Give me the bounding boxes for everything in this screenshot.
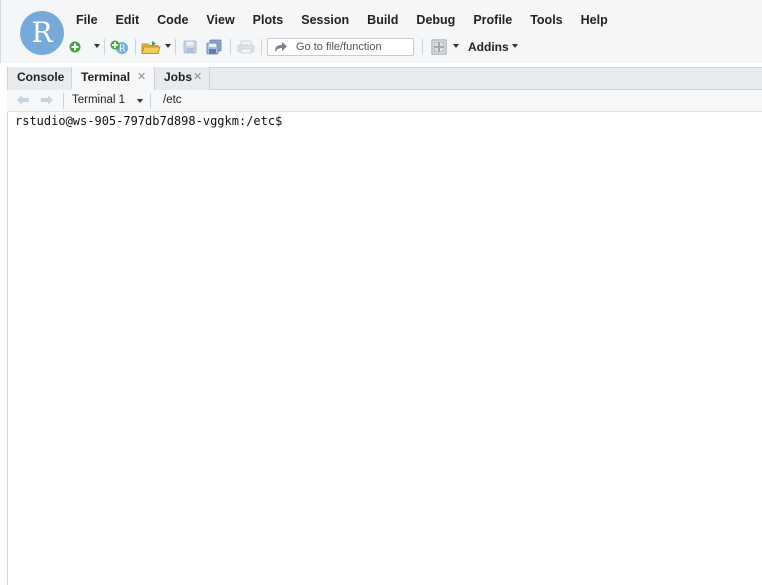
toolbar-divider [261,39,262,55]
main-toolbar: R Go to file/function Addins [67,37,757,57]
terminal-output[interactable]: rstudio@ws-905-797db7d898-vggkm:/etc$ [7,112,762,585]
header: R File Edit Code View Plots Session Buil… [0,0,762,63]
tab-console-label: Console [17,70,65,84]
open-folder-icon[interactable] [141,39,161,55]
terminal-prompt: rstudio@ws-905-797db7d898-vggkm:/etc$ [15,114,290,128]
rstudio-window: R File Edit Code View Plots Session Buil… [0,0,762,585]
menu-code[interactable]: Code [148,10,197,30]
layout-dropdown-icon[interactable] [453,44,459,48]
addins-dropdown-icon[interactable] [512,44,518,48]
tab-jobs-label: Jobs [164,70,193,84]
terminal-toolbar: Terminal 1 /etc [7,90,762,112]
terminal-dropdown-icon[interactable] [137,99,143,103]
toolbar-divider [104,39,105,55]
pane-tabs: Console Terminal ✕ Jobs ✕ [7,67,762,90]
toolbar-divider [422,39,423,55]
rstudio-logo: R [20,11,64,55]
save-icon[interactable] [183,39,197,55]
new-project-icon[interactable]: R [110,39,130,55]
toolbar-divider [63,93,64,109]
menu-plots[interactable]: Plots [244,10,293,30]
terminal-selector[interactable]: Terminal 1 [72,90,125,111]
save-all-icon[interactable] [206,39,222,55]
new-file-dropdown-icon[interactable] [94,44,100,48]
forward-arrow-icon[interactable] [40,94,54,106]
tab-console[interactable]: Console [7,67,72,90]
close-icon[interactable]: ✕ [193,67,202,88]
menu-edit[interactable]: Edit [107,10,149,30]
menu-help[interactable]: Help [572,10,617,30]
menu-bar: File Edit Code View Plots Session Build … [67,10,617,30]
go-to-file-placeholder: Go to file/function [296,41,382,53]
go-to-file-input[interactable]: Go to file/function [267,38,414,56]
terminal-prompt-line: rstudio@ws-905-797db7d898-vggkm:/etc$ [15,114,290,129]
toolbar-divider [135,39,136,55]
go-to-arrow-icon [275,42,287,52]
menu-session[interactable]: Session [292,10,358,30]
back-arrow-icon[interactable] [16,94,30,106]
menu-debug[interactable]: Debug [407,10,464,30]
close-icon[interactable]: ✕ [137,67,146,88]
tab-jobs[interactable]: Jobs ✕ [154,67,210,90]
tab-terminal[interactable]: Terminal ✕ [71,67,155,90]
menu-view[interactable]: View [197,10,243,30]
open-folder-dropdown-icon[interactable] [165,44,171,48]
grid-layout-icon[interactable] [431,39,447,55]
tab-terminal-label: Terminal [81,70,131,84]
menu-file[interactable]: File [67,10,107,30]
print-icon[interactable] [237,39,255,55]
toolbar-divider [150,93,151,109]
new-file-icon[interactable] [69,39,81,55]
current-directory: /etc [163,94,182,106]
svg-text:R: R [119,45,126,55]
menu-tools[interactable]: Tools [521,10,571,30]
menu-profile[interactable]: Profile [464,10,521,30]
toolbar-divider [230,39,231,55]
toolbar-divider [175,39,176,55]
menu-build[interactable]: Build [358,10,407,30]
addins-button[interactable]: Addins [468,37,509,57]
terminal-selector-label: Terminal 1 [72,94,126,106]
